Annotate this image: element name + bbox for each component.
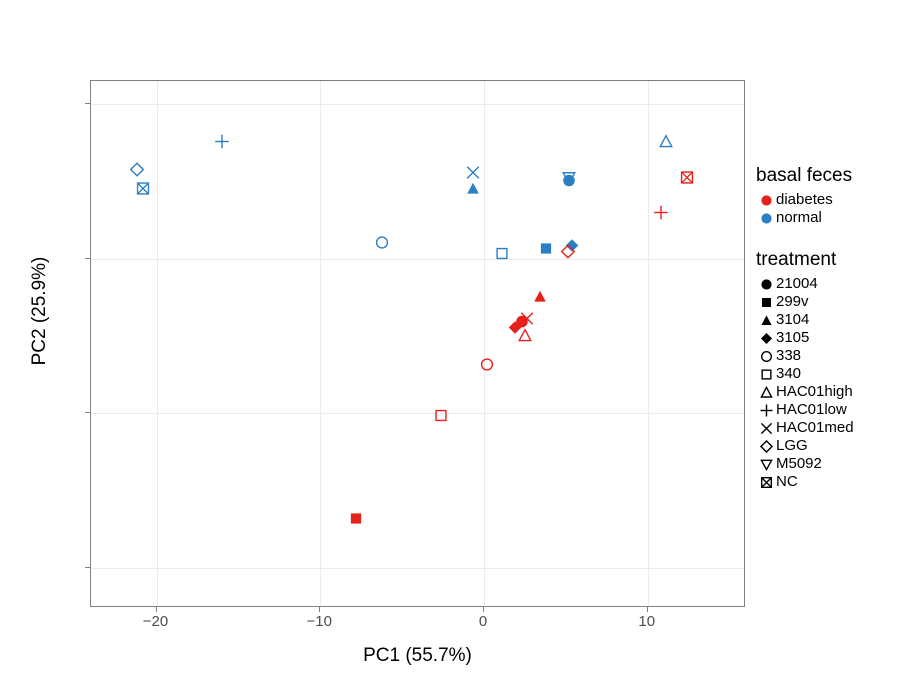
shape-legend-label: LGG bbox=[776, 437, 808, 454]
gridline-horizontal bbox=[91, 258, 744, 260]
shape-legend-item[interactable]: 21004 bbox=[756, 275, 916, 293]
shape-legend: treatment 21004 299v 3104 3105 338 340 HAC01hi… bbox=[756, 249, 916, 491]
chart-root: −20−10010 100−10−20 PC1 (55.7%) PC2 (25.… bbox=[0, 0, 916, 687]
circle-filled-icon bbox=[756, 275, 776, 293]
square-filled-icon bbox=[756, 293, 776, 311]
x-tick-label: −10 bbox=[306, 613, 332, 630]
x-tick-mark bbox=[155, 607, 157, 612]
x-tick-label: −20 bbox=[142, 613, 169, 630]
data-point bbox=[348, 510, 365, 532]
plot-panel bbox=[90, 80, 745, 607]
data-point bbox=[516, 327, 533, 349]
data-point bbox=[135, 180, 152, 202]
color-legend-item[interactable]: diabetes bbox=[756, 191, 916, 209]
shape-legend-label: 299v bbox=[776, 293, 809, 310]
data-point bbox=[531, 288, 548, 310]
gridline-horizontal bbox=[91, 567, 744, 569]
shape-legend-item[interactable]: HAC01med bbox=[756, 419, 916, 437]
gridline-vertical bbox=[484, 81, 485, 606]
shape-legend-label: 340 bbox=[776, 365, 802, 382]
y-axis-title: PC2 (25.9%) bbox=[29, 256, 50, 366]
square-open-icon bbox=[756, 365, 776, 383]
data-point bbox=[559, 243, 576, 265]
circle-filled-icon bbox=[756, 191, 776, 209]
color-legend-item[interactable]: normal bbox=[756, 209, 916, 227]
square-cross-icon bbox=[756, 473, 776, 491]
x-tick-label: 10 bbox=[638, 613, 656, 630]
shape-legend-item[interactable]: LGG bbox=[756, 437, 916, 455]
x-tick-mark bbox=[483, 607, 484, 612]
data-point bbox=[494, 245, 511, 267]
shape-legend-item[interactable]: 3104 bbox=[756, 311, 916, 329]
shape-legend-title: treatment bbox=[756, 249, 837, 270]
plus-icon bbox=[756, 401, 776, 419]
gridline-vertical bbox=[156, 81, 158, 606]
triangle-open-icon bbox=[756, 383, 776, 401]
cross-icon bbox=[756, 419, 776, 437]
data-point bbox=[657, 133, 674, 155]
shape-legend-label: 3105 bbox=[776, 329, 810, 346]
shape-legend-item[interactable]: 3105 bbox=[756, 329, 916, 347]
shape-legend-label: NC bbox=[776, 473, 798, 490]
color-legend-label: normal bbox=[776, 209, 822, 226]
legend: basal feces diabetes normal treatment 210… bbox=[756, 165, 916, 509]
x-axis-title: PC1 (55.7%) bbox=[363, 645, 472, 666]
y-tick-mark bbox=[85, 257, 90, 259]
data-point bbox=[538, 240, 555, 262]
shape-legend-label: M5092 bbox=[776, 455, 822, 472]
shape-legend-item[interactable]: 299v bbox=[756, 293, 916, 311]
y-tick-mark bbox=[85, 412, 90, 414]
data-point bbox=[479, 356, 496, 378]
shape-legend-item[interactable]: 340 bbox=[756, 365, 916, 383]
shape-legend-item[interactable]: 338 bbox=[756, 347, 916, 365]
circle-filled-icon bbox=[756, 209, 776, 227]
triangle-filled-icon bbox=[756, 311, 776, 329]
y-tick-mark bbox=[85, 103, 90, 105]
color-legend-label: diabetes bbox=[776, 191, 833, 208]
diamond-open-icon bbox=[756, 437, 776, 455]
shape-legend-item[interactable]: M5092 bbox=[756, 455, 916, 473]
data-point bbox=[433, 407, 450, 429]
data-point bbox=[561, 172, 578, 194]
color-legend: basal feces diabetes normal bbox=[756, 165, 916, 227]
gridline-horizontal bbox=[91, 413, 744, 415]
data-point bbox=[464, 180, 481, 202]
shape-legend-label: 21004 bbox=[776, 275, 818, 292]
data-point bbox=[652, 204, 669, 226]
shape-legend-item[interactable]: HAC01high bbox=[756, 383, 916, 401]
circle-open-icon bbox=[756, 347, 776, 365]
shape-legend-rows: 21004 299v 3104 3105 338 340 HAC01high HAC01low… bbox=[756, 275, 916, 491]
data-point bbox=[679, 169, 696, 191]
shape-legend-item[interactable]: HAC01low bbox=[756, 401, 916, 419]
data-point bbox=[214, 133, 231, 155]
shape-legend-label: HAC01low bbox=[776, 401, 847, 418]
triangle-down-open-icon bbox=[756, 455, 776, 473]
x-tick-mark bbox=[646, 607, 648, 612]
diamond-filled-icon bbox=[756, 329, 776, 347]
x-tick-label: 0 bbox=[478, 613, 488, 630]
shape-legend-label: 3104 bbox=[776, 311, 810, 328]
gridline-horizontal bbox=[91, 104, 744, 106]
shape-legend-label: 338 bbox=[776, 347, 802, 364]
gridline-vertical bbox=[320, 81, 322, 606]
gridline-vertical bbox=[647, 81, 649, 606]
shape-legend-item[interactable]: NC bbox=[756, 473, 916, 491]
color-legend-rows: diabetes normal bbox=[756, 191, 916, 227]
y-tick-mark bbox=[85, 566, 90, 568]
shape-legend-label: HAC01med bbox=[776, 419, 854, 436]
data-point bbox=[374, 234, 391, 256]
x-tick-mark bbox=[319, 607, 321, 612]
shape-legend-label: HAC01high bbox=[776, 383, 853, 400]
color-legend-title: basal feces bbox=[756, 165, 853, 186]
